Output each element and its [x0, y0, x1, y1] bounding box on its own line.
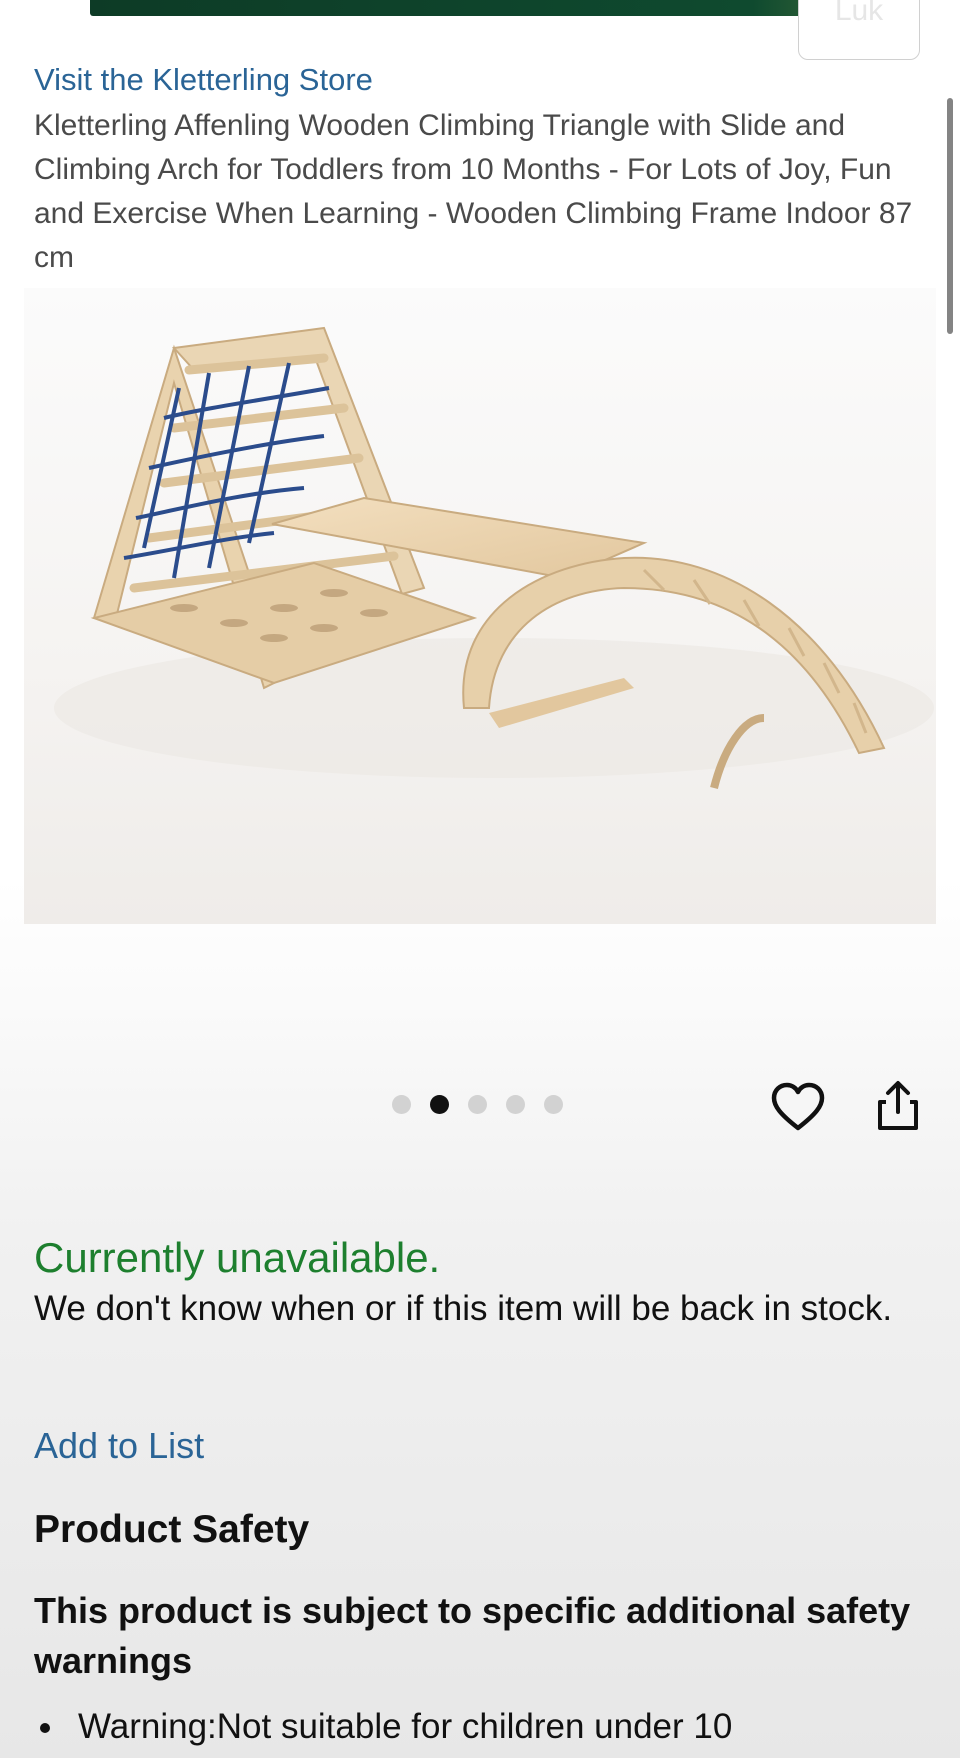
image-carousel-indicator[interactable]: [392, 1094, 563, 1114]
share-icon: [878, 1081, 918, 1130]
top-banner: [90, 0, 870, 16]
share-button[interactable]: [870, 1078, 926, 1134]
product-image[interactable]: [24, 288, 936, 924]
wooden-climbing-set-image: [54, 326, 934, 789]
account-label: Luk: [834, 0, 884, 27]
product-safety-heading: Product Safety: [34, 1508, 310, 1551]
availability-status: Currently unavailable.: [34, 1234, 441, 1281]
heart-icon: [771, 1082, 825, 1131]
carousel-dot[interactable]: [468, 1094, 487, 1114]
carousel-dot[interactable]: [392, 1094, 411, 1114]
visit-store-link[interactable]: Visit the Kletterling Store: [34, 60, 373, 100]
account-button[interactable]: Luk: [798, 0, 920, 60]
carousel-dot[interactable]: [506, 1094, 525, 1114]
carousel-dot-active[interactable]: [430, 1094, 449, 1114]
safety-warning-list: Warning:Not suitable for children under …: [34, 1702, 732, 1752]
stock-note: We don't know when or if this item will …: [34, 1289, 893, 1328]
add-to-list-link[interactable]: Add to List: [34, 1422, 204, 1470]
product-title: Kletterling Affenling Wooden Climbing Tr…: [34, 109, 913, 274]
wishlist-button[interactable]: [770, 1080, 826, 1136]
safety-warning-subheading: This product is subject to specific addi…: [34, 1590, 911, 1681]
safety-warning-item: Warning:Not suitable for children under …: [34, 1702, 732, 1752]
carousel-dot[interactable]: [544, 1094, 563, 1114]
scrollbar[interactable]: [947, 98, 953, 334]
